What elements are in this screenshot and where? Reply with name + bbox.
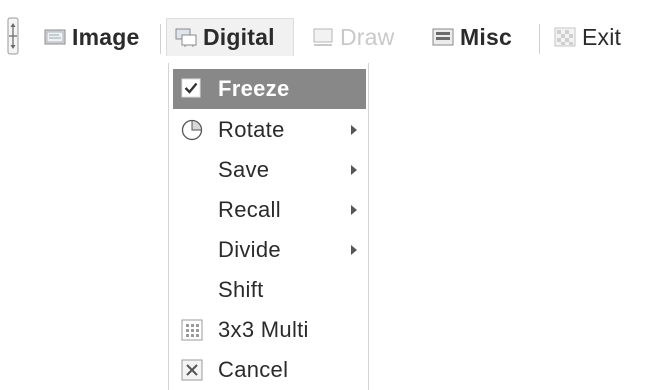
digital-dropdown-menu: Freeze Rotate Save Recall Divide Shift 3… (168, 63, 369, 390)
menu-misc-label: Misc (460, 23, 512, 50)
menu-item-cancel-label: Cancel (218, 357, 289, 382)
menu-item-recall-label: Recall (218, 197, 281, 222)
rotate-icon (181, 119, 203, 141)
submenu-arrow-icon (351, 125, 357, 135)
menu-item-shift[interactable]: Shift (173, 271, 366, 309)
menu-item-shift-label: Shift (218, 277, 264, 302)
menu-item-3x3-multi[interactable]: 3x3 Multi (173, 311, 366, 349)
digital-icon (175, 28, 197, 48)
menu-misc[interactable]: Misc (432, 18, 532, 56)
menu-digital-label: Digital (203, 24, 275, 50)
menu-item-save[interactable]: Save (173, 151, 366, 189)
menu-bar: Image Digital Draw Misc Exit (0, 12, 645, 66)
draw-icon (312, 27, 334, 47)
menu-item-rotate-label: Rotate (218, 117, 285, 142)
menu-item-divide-label: Divide (218, 237, 281, 262)
submenu-arrow-icon (351, 165, 357, 175)
menu-item-3x3-multi-label: 3x3 Multi (218, 317, 309, 342)
menu-exit-label: Exit (582, 23, 622, 50)
menu-item-divide[interactable]: Divide (173, 231, 366, 269)
grid-icon (181, 319, 203, 341)
menu-image[interactable]: Image (44, 18, 156, 56)
menu-exit[interactable]: Exit (554, 18, 642, 56)
misc-icon (432, 28, 454, 46)
menu-item-save-label: Save (218, 157, 270, 182)
menu-digital[interactable]: Digital (166, 18, 294, 56)
image-icon (44, 29, 66, 45)
menu-draw[interactable]: Draw (312, 18, 414, 56)
submenu-arrow-icon (351, 245, 357, 255)
menu-item-cancel[interactable]: Cancel (173, 351, 366, 389)
cancel-icon (181, 359, 203, 381)
menu-item-recall[interactable]: Recall (173, 191, 366, 229)
menu-item-freeze[interactable]: Freeze (173, 69, 366, 109)
submenu-arrow-icon (351, 205, 357, 215)
menu-separator (539, 24, 540, 54)
menu-separator (160, 24, 161, 54)
menu-draw-label: Draw (340, 23, 395, 50)
drag-handle-icon[interactable] (6, 16, 20, 56)
menu-item-rotate[interactable]: Rotate (173, 111, 366, 149)
checkbox-checked-icon (181, 78, 203, 100)
exit-icon (554, 27, 576, 47)
menu-image-label: Image (72, 23, 140, 50)
menu-item-freeze-label: Freeze (218, 76, 290, 101)
